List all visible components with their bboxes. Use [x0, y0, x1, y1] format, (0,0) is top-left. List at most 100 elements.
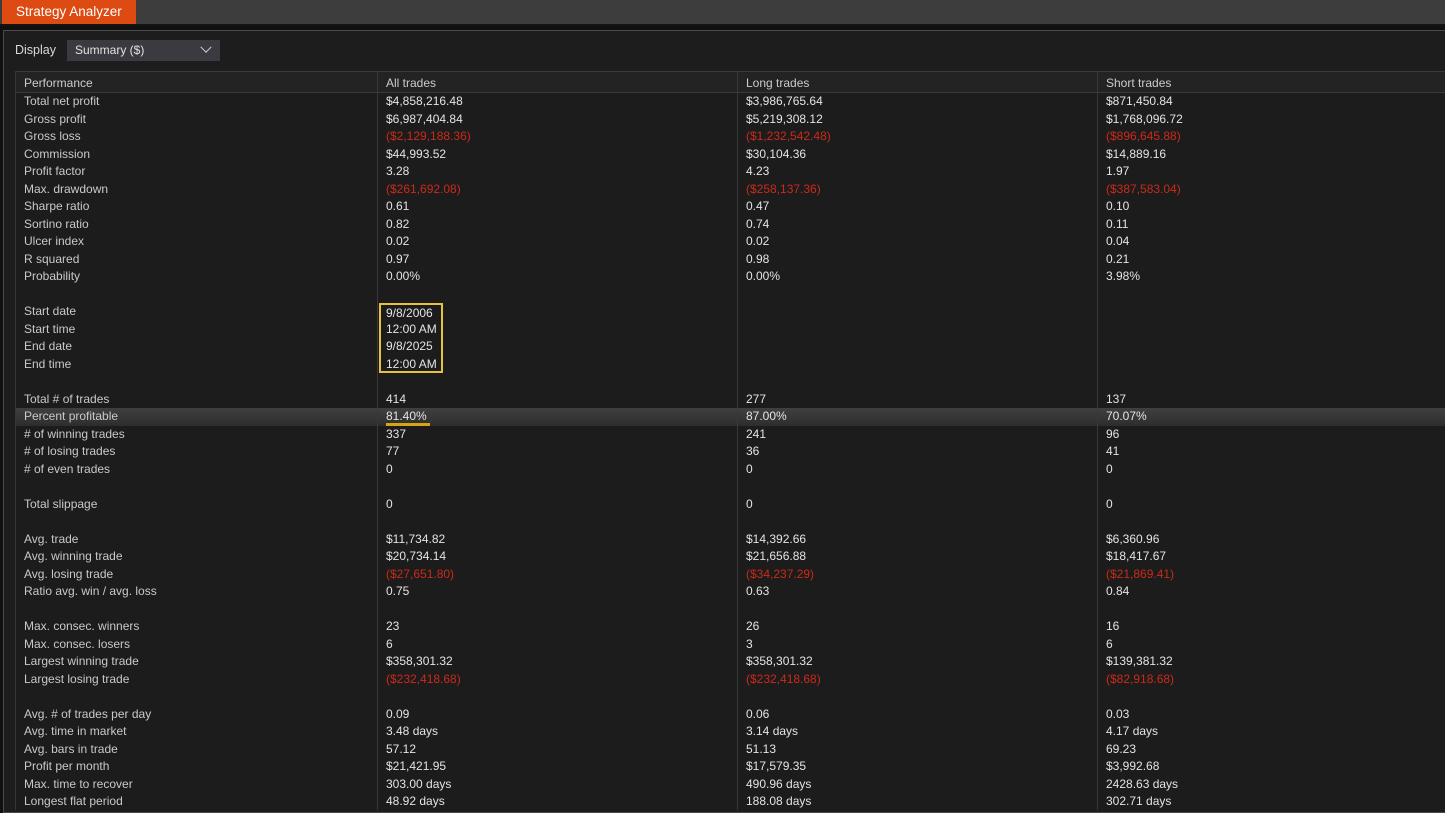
- table-row[interactable]: Avg. trade$11,734.82$14,392.66$6,360.96: [16, 531, 1445, 549]
- table-row[interactable]: Gross loss($2,129,188.36)($1,232,542.48)…: [16, 128, 1445, 146]
- table-row[interactable]: Total net profit$4,858,216.48$3,986,765.…: [16, 93, 1445, 111]
- cell-all-trades: $358,301.32: [377, 653, 737, 671]
- row-label: Avg. # of trades per day: [16, 706, 377, 724]
- table-row[interactable]: Longest flat period48.92 days188.08 days…: [16, 793, 1445, 810]
- table-row[interactable]: Ulcer index0.020.020.04: [16, 233, 1445, 251]
- table-row[interactable]: Avg. # of trades per day0.090.060.03: [16, 706, 1445, 724]
- row-label: Ratio avg. win / avg. loss: [16, 583, 377, 601]
- date-range-highlight-box: 12:00 AM: [379, 356, 443, 374]
- cell-short-trades: 1.97: [1097, 163, 1445, 181]
- cell-short-trades: 302.71 days: [1097, 793, 1445, 810]
- row-label: Largest losing trade: [16, 671, 377, 689]
- table-row[interactable]: Sharpe ratio0.610.470.10: [16, 198, 1445, 216]
- row-label: Largest winning trade: [16, 653, 377, 671]
- row-label: Ulcer index: [16, 233, 377, 251]
- cell-all-trades: 3.48 days: [377, 723, 737, 741]
- table-row[interactable]: End time12:00 AM: [16, 356, 1445, 374]
- cell-short-trades: 0.21: [1097, 251, 1445, 269]
- cell-all-trades: [377, 286, 737, 304]
- table-row[interactable]: Ratio avg. win / avg. loss0.750.630.84: [16, 583, 1445, 601]
- cell-short-trades: ($387,583.04): [1097, 181, 1445, 199]
- cell-short-trades: $139,381.32: [1097, 653, 1445, 671]
- table-row[interactable]: Probability0.00%0.00%3.98%: [16, 268, 1445, 286]
- cell-short-trades: ($21,869.41): [1097, 566, 1445, 584]
- cell-short-trades: [1097, 303, 1445, 321]
- cell-short-trades: 0.84: [1097, 583, 1445, 601]
- row-label: Start date: [16, 303, 377, 321]
- cell-all-trades: 414: [377, 391, 737, 409]
- cell-all-trades: $44,993.52: [377, 146, 737, 164]
- cell-long-trades: $21,656.88: [737, 548, 1097, 566]
- cell-short-trades: 0.04: [1097, 233, 1445, 251]
- cell-long-trades: 0.06: [737, 706, 1097, 724]
- row-label: Gross loss: [16, 128, 377, 146]
- cell-short-trades: [1097, 356, 1445, 374]
- table-row[interactable]: # of even trades000: [16, 461, 1445, 479]
- table-row[interactable]: Start date9/8/2006: [16, 303, 1445, 321]
- table-row[interactable]: End date9/8/2025: [16, 338, 1445, 356]
- cell-long-trades: $3,986,765.64: [737, 93, 1097, 111]
- table-row[interactable]: Profit factor3.284.231.97: [16, 163, 1445, 181]
- table-row[interactable]: Profit per month$21,421.95$17,579.35$3,9…: [16, 758, 1445, 776]
- cell-short-trades: [1097, 286, 1445, 304]
- table-row[interactable]: Max. drawdown($261,692.08)($258,137.36)(…: [16, 181, 1445, 199]
- cell-all-trades: $11,734.82: [377, 531, 737, 549]
- cell-all-trades: 9/8/2006: [377, 303, 737, 321]
- column-header-all-trades[interactable]: All trades: [377, 72, 737, 92]
- cell-all-trades: 3.28: [377, 163, 737, 181]
- row-label: [16, 286, 377, 304]
- cell-all-trades: 0.82: [377, 216, 737, 234]
- cell-all-trades: [377, 373, 737, 391]
- row-label: Gross profit: [16, 111, 377, 129]
- row-label: [16, 478, 377, 496]
- table-row[interactable]: Total slippage000: [16, 496, 1445, 514]
- table-row[interactable]: # of winning trades33724196: [16, 426, 1445, 444]
- table-row[interactable]: Max. consec. winners232616: [16, 618, 1445, 636]
- strategy-analyzer-panel: Display Summary ($) Performance All trad…: [3, 30, 1445, 813]
- cell-all-trades: 6: [377, 636, 737, 654]
- table-row[interactable]: Max. consec. losers636: [16, 636, 1445, 654]
- cell-all-trades: [377, 601, 737, 619]
- table-row[interactable]: Avg. winning trade$20,734.14$21,656.88$1…: [16, 548, 1445, 566]
- table-row[interactable]: Gross profit$6,987,404.84$5,219,308.12$1…: [16, 111, 1445, 129]
- cell-long-trades: 87.00%: [737, 408, 1097, 426]
- display-label: Display: [15, 43, 56, 57]
- cell-long-trades: 4.23: [737, 163, 1097, 181]
- table-row[interactable]: Max. time to recover303.00 days490.96 da…: [16, 776, 1445, 794]
- table-row[interactable]: # of losing trades773641: [16, 443, 1445, 461]
- cell-short-trades: 16: [1097, 618, 1445, 636]
- table-spacer-row: [16, 601, 1445, 619]
- table-row[interactable]: Total # of trades414277137: [16, 391, 1445, 409]
- cell-short-trades: 69.23: [1097, 741, 1445, 759]
- display-dropdown[interactable]: Summary ($): [67, 40, 220, 61]
- cell-short-trades: $6,360.96: [1097, 531, 1445, 549]
- row-label: Avg. winning trade: [16, 548, 377, 566]
- cell-long-trades: 0.63: [737, 583, 1097, 601]
- column-header-performance[interactable]: Performance: [16, 72, 377, 92]
- date-range-highlight-box: 9/8/2025: [379, 338, 443, 356]
- cell-short-trades: ($82,918.68): [1097, 671, 1445, 689]
- cell-all-trades: 23: [377, 618, 737, 636]
- column-header-long-trades[interactable]: Long trades: [737, 72, 1097, 92]
- row-label: Total # of trades: [16, 391, 377, 409]
- table-row[interactable]: Sortino ratio0.820.740.11: [16, 216, 1445, 234]
- column-header-short-trades[interactable]: Short trades: [1097, 72, 1445, 92]
- table-row[interactable]: Largest winning trade$358,301.32$358,301…: [16, 653, 1445, 671]
- table-row[interactable]: Avg. time in market3.48 days3.14 days4.1…: [16, 723, 1445, 741]
- tab-strategy-analyzer[interactable]: Strategy Analyzer: [2, 0, 136, 24]
- row-label: Avg. bars in trade: [16, 741, 377, 759]
- table-row[interactable]: Avg. bars in trade57.1251.1369.23: [16, 741, 1445, 759]
- row-label: Max. consec. winners: [16, 618, 377, 636]
- table-row[interactable]: Avg. losing trade($27,651.80)($34,237.29…: [16, 566, 1445, 584]
- table-row[interactable]: Percent profitable81.40%87.00%70.07%: [16, 408, 1445, 426]
- table-row[interactable]: Start time12:00 AM: [16, 321, 1445, 339]
- table-row[interactable]: Largest losing trade($232,418.68)($232,4…: [16, 671, 1445, 689]
- cell-long-trades: 3: [737, 636, 1097, 654]
- row-label: Avg. trade: [16, 531, 377, 549]
- table-row[interactable]: Commission$44,993.52$30,104.36$14,889.16: [16, 146, 1445, 164]
- cell-long-trades: $5,219,308.12: [737, 111, 1097, 129]
- cell-short-trades: [1097, 338, 1445, 356]
- cell-short-trades: 0.11: [1097, 216, 1445, 234]
- row-label: [16, 513, 377, 531]
- table-row[interactable]: R squared0.970.980.21: [16, 251, 1445, 269]
